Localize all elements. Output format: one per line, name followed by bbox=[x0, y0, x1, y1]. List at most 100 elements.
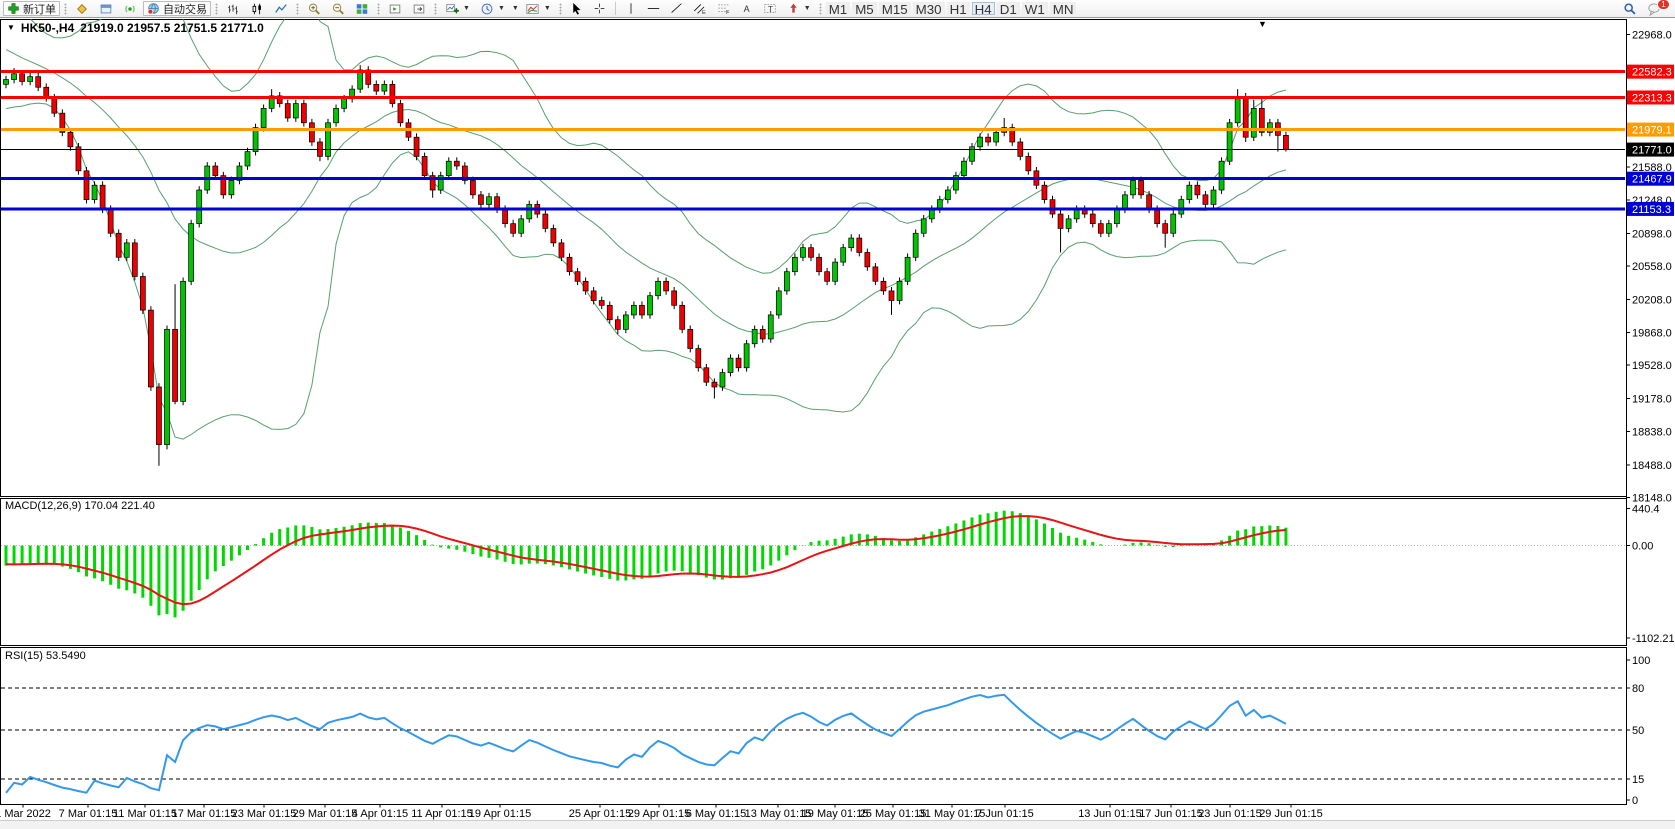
chart-symbol-period: HK50-,H4 bbox=[21, 21, 74, 35]
svg-text:22968.0: 22968.0 bbox=[1632, 30, 1672, 42]
rsi-indicator-label: RSI(15) 53.5490 bbox=[5, 650, 86, 662]
new-chart-button[interactable]: ▼ bbox=[441, 1, 474, 16]
zoom-out-icon bbox=[331, 2, 345, 16]
svg-text:17 Mar 01:15: 17 Mar 01:15 bbox=[172, 808, 237, 820]
chart-shift-marker[interactable]: ▼ bbox=[1258, 19, 1267, 29]
equidistant-channel-icon: E bbox=[693, 2, 707, 15]
crosshair-button[interactable] bbox=[589, 1, 610, 16]
timeframe-m30[interactable]: M30 bbox=[913, 2, 945, 15]
svg-text:17 Jun 01:15: 17 Jun 01:15 bbox=[1139, 808, 1203, 820]
svg-text:29 Mar 01:15: 29 Mar 01:15 bbox=[293, 808, 358, 820]
svg-text:4 Apr 01:15: 4 Apr 01:15 bbox=[352, 808, 408, 820]
svg-text:19 May 01:15: 19 May 01:15 bbox=[802, 808, 869, 820]
search-button[interactable] bbox=[1619, 1, 1641, 16]
arrows-icon bbox=[787, 2, 800, 15]
new-order-plus-icon bbox=[7, 2, 20, 15]
timeframe-w1[interactable]: W1 bbox=[1022, 2, 1048, 15]
svg-text:0.00: 0.00 bbox=[1632, 541, 1653, 553]
timeframe-h1[interactable]: H1 bbox=[947, 2, 970, 15]
svg-text:7 Mar 01:15: 7 Mar 01:15 bbox=[59, 808, 118, 820]
svg-text:A: A bbox=[743, 4, 749, 14]
svg-text:23 Jun 01:15: 23 Jun 01:15 bbox=[1198, 808, 1262, 820]
period-button[interactable]: ▼ bbox=[476, 1, 509, 16]
candlestick-chart-button[interactable] bbox=[246, 1, 268, 16]
svg-text:25 May 01:15: 25 May 01:15 bbox=[860, 808, 927, 820]
svg-text:21153.3: 21153.3 bbox=[1632, 204, 1671, 216]
svg-text:20208.0: 20208.0 bbox=[1632, 295, 1672, 307]
text-button[interactable]: A bbox=[737, 1, 757, 16]
auto-scroll-button[interactable] bbox=[384, 1, 406, 16]
chart-dropdown-icon[interactable]: ▼ bbox=[7, 24, 15, 32]
svg-text:0: 0 bbox=[1632, 795, 1638, 807]
new-order-button[interactable]: 新订单 bbox=[3, 1, 60, 16]
signals-icon bbox=[123, 2, 137, 16]
timeframe-m1[interactable]: M1 bbox=[826, 2, 851, 15]
status-bar bbox=[0, 820, 1675, 829]
search-icon bbox=[1623, 2, 1637, 16]
timeframe-h4[interactable]: H4 bbox=[972, 2, 995, 15]
svg-text:19868.0: 19868.0 bbox=[1632, 327, 1672, 339]
svg-text:-1102.21: -1102.21 bbox=[1632, 633, 1675, 645]
timeframe-d1[interactable]: D1 bbox=[997, 2, 1020, 15]
svg-text:440.4: 440.4 bbox=[1632, 504, 1660, 516]
chart-ohlc-values: 21919.0 21957.5 21751.5 21771.0 bbox=[80, 21, 264, 35]
zoom-out-button[interactable] bbox=[327, 1, 349, 16]
autotrade-globe-icon bbox=[147, 2, 160, 15]
line-chart-button[interactable] bbox=[270, 1, 292, 16]
timeframe-m5[interactable]: M5 bbox=[852, 2, 877, 15]
main-toolbar: 新订单 自动交易 ▼ ▼ ▼ ▼ E F A T ▼ M1 M5 M15 M30… bbox=[0, 0, 1675, 18]
svg-text:21771.0: 21771.0 bbox=[1632, 145, 1672, 157]
svg-text:100: 100 bbox=[1632, 655, 1650, 667]
svg-text:7 Jun 01:15: 7 Jun 01:15 bbox=[976, 808, 1034, 820]
autotrade-label: 自动交易 bbox=[163, 1, 207, 17]
svg-text:22582.3: 22582.3 bbox=[1632, 67, 1672, 79]
zoom-in-button[interactable] bbox=[303, 1, 325, 16]
svg-text:19528.0: 19528.0 bbox=[1632, 360, 1672, 372]
signals-button[interactable] bbox=[119, 1, 141, 16]
new-chart-icon bbox=[445, 2, 459, 16]
bar-chart-button[interactable] bbox=[222, 1, 244, 16]
indicators-caret-icon: ▼ bbox=[544, 5, 551, 12]
tile-windows-button[interactable] bbox=[351, 1, 373, 16]
chart-title: ▼ HK50-,H4 21919.0 21957.5 21751.5 21771… bbox=[7, 21, 264, 35]
svg-text:50: 50 bbox=[1632, 725, 1644, 737]
indicators-button[interactable]: ▼ bbox=[521, 1, 555, 16]
cursor-button[interactable] bbox=[566, 1, 587, 16]
chart-shift-button[interactable] bbox=[408, 1, 430, 16]
notification-badge: 1 bbox=[1657, 0, 1670, 10]
autotrade-button[interactable]: 自动交易 bbox=[143, 1, 211, 16]
templates-caret-icon[interactable]: ▼ bbox=[512, 5, 519, 12]
timeframe-m15[interactable]: M15 bbox=[879, 2, 911, 15]
svg-text:21467.9: 21467.9 bbox=[1632, 174, 1672, 186]
market-watch-icon bbox=[99, 2, 113, 16]
vertical-line-button[interactable] bbox=[621, 1, 641, 16]
svg-text:T: T bbox=[768, 5, 773, 14]
svg-text:11 Mar 01:15: 11 Mar 01:15 bbox=[113, 808, 177, 820]
svg-text:15: 15 bbox=[1632, 774, 1644, 786]
text-a-icon: A bbox=[741, 2, 753, 15]
arrows-button[interactable]: ▼ bbox=[783, 1, 815, 16]
svg-text:80: 80 bbox=[1632, 683, 1644, 695]
price-chart[interactable]: 22968.021588.021248.020898.020558.020208… bbox=[0, 0, 1675, 829]
trendline-button[interactable] bbox=[666, 1, 687, 16]
fibonacci-button[interactable]: F bbox=[713, 1, 735, 16]
macd-indicator-label: MACD(12,26,9) 170.04 221.40 bbox=[5, 500, 155, 512]
indicators-icon bbox=[525, 2, 540, 16]
market-watch-button[interactable] bbox=[95, 1, 117, 16]
timeframe-mn[interactable]: MN bbox=[1050, 2, 1077, 15]
svg-text:6 May 01:15: 6 May 01:15 bbox=[686, 808, 747, 820]
svg-text:E: E bbox=[702, 10, 706, 15]
svg-text:20558.0: 20558.0 bbox=[1632, 261, 1672, 273]
tile-windows-icon bbox=[355, 2, 369, 16]
new-chart-caret-icon: ▼ bbox=[463, 5, 470, 12]
svg-text:19178.0: 19178.0 bbox=[1632, 394, 1672, 406]
profiles-icon bbox=[75, 2, 89, 16]
text-label-button[interactable]: T bbox=[759, 1, 781, 16]
horizontal-line-button[interactable] bbox=[643, 1, 664, 16]
profiles-button[interactable] bbox=[71, 1, 93, 16]
zoom-in-icon bbox=[307, 2, 321, 16]
line-chart-icon bbox=[274, 2, 288, 16]
equidistant-channel-button[interactable]: E bbox=[689, 1, 711, 16]
text-label-icon: T bbox=[763, 2, 777, 15]
bar-chart-icon bbox=[226, 2, 240, 16]
